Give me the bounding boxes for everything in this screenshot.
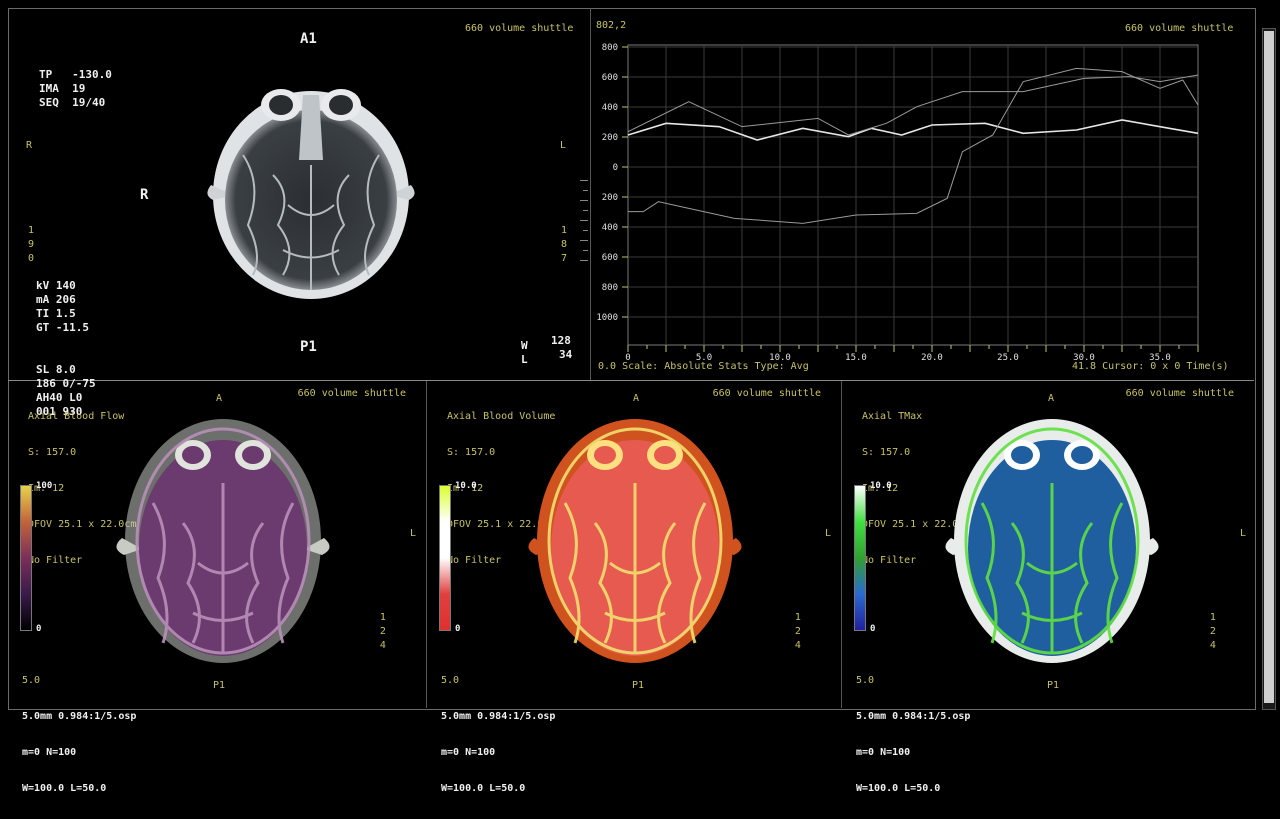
y-tick-label: 0 bbox=[613, 163, 618, 173]
scrollbar-thumb[interactable] bbox=[1264, 31, 1274, 703]
panel-header: 660 volume shuttle bbox=[1125, 388, 1234, 399]
x-tick-label: 10.0 bbox=[769, 353, 791, 360]
window-value: 128 bbox=[551, 334, 571, 347]
panel-footer: 5.0 5.0mm 0.984:1/5.osp m=0 N=100 W=100.… bbox=[441, 675, 556, 794]
viewport-header: 660 volume shuttle bbox=[465, 23, 574, 34]
panel-footer: 5.0 5.0mm 0.984:1/5.osp m=0 N=100 W=100.… bbox=[856, 675, 971, 794]
x-tick-label: 5.0 bbox=[696, 353, 712, 360]
perfusion-map-image bbox=[945, 419, 1159, 663]
panel-axial-blood-volume[interactable]: Axial Blood Volume S: 157.0 Im: 12 DFOV … bbox=[427, 381, 841, 794]
y-tick-label: 200 bbox=[602, 193, 618, 203]
y-tick-label: 400 bbox=[602, 223, 618, 233]
orientation-right: R bbox=[140, 187, 149, 203]
window-label: W bbox=[521, 339, 528, 352]
orientation-top: A bbox=[216, 393, 223, 404]
orientation-bottom: P1 bbox=[632, 680, 645, 691]
side-number-column: 124 bbox=[794, 612, 801, 651]
color-scale-bar bbox=[439, 485, 451, 631]
panel-axial-blood-flow[interactable]: Axial Blood Flow S: 157.0 Im: 12 DFOV 25… bbox=[8, 381, 426, 794]
orientation-right-small: R bbox=[26, 140, 33, 151]
right-number-column: 187 bbox=[561, 225, 568, 264]
level-value: 34 bbox=[559, 348, 573, 361]
ct-brain-image bbox=[207, 89, 415, 299]
orientation-side: L bbox=[409, 528, 416, 539]
x-tick-label: 15.0 bbox=[845, 353, 867, 360]
y-tick-label: 800 bbox=[602, 43, 618, 53]
plot-area bbox=[627, 44, 1199, 346]
x-tick-label: 25.0 bbox=[997, 353, 1019, 360]
orientation-top: A bbox=[1048, 393, 1055, 404]
panel-header: 660 volume shuttle bbox=[712, 388, 821, 399]
color-scale-bar bbox=[20, 485, 32, 631]
scale-max-label: 10.0 bbox=[455, 481, 477, 491]
orientation-bottom: P1 bbox=[300, 339, 317, 355]
y-tick-label: 1000 bbox=[596, 313, 618, 323]
orientation-bottom: P1 bbox=[213, 680, 226, 691]
vertical-scrollbar[interactable] bbox=[1262, 28, 1276, 710]
scale-min-label: 0 bbox=[870, 624, 876, 634]
x-tick-label: 0 bbox=[625, 353, 630, 360]
orientation-bottom: P1 bbox=[1047, 680, 1060, 691]
orientation-top: A1 bbox=[300, 31, 317, 47]
scale-max-label: 10.0 bbox=[870, 481, 892, 491]
graph-footer-right: 41.8 Cursor: 0 x 0 Time(s) bbox=[1072, 361, 1229, 372]
perfusion-map-image bbox=[528, 419, 742, 663]
x-tick-label: 20.0 bbox=[921, 353, 943, 360]
series-line-3 bbox=[628, 67, 1199, 224]
y-tick-label: 600 bbox=[602, 253, 618, 263]
orientation-side: L bbox=[1239, 528, 1246, 539]
side-number-column: 124 bbox=[379, 612, 386, 651]
scale-max-label: 100 bbox=[36, 481, 53, 491]
perfusion-map-image bbox=[116, 419, 330, 663]
scan-info-top: TP -130.0 IMA 19 SEQ 19/40 bbox=[39, 68, 112, 109]
y-tick-label: 600 bbox=[602, 73, 618, 83]
x-tick-label: 30.0 bbox=[1073, 353, 1095, 360]
orientation-left: L bbox=[560, 140, 567, 151]
y-tick-label: 400 bbox=[602, 103, 618, 113]
x-tick-label: 35.0 bbox=[1149, 353, 1171, 360]
color-scale-bar bbox=[854, 485, 866, 631]
scale-min-label: 0 bbox=[455, 624, 461, 634]
level-label: L bbox=[521, 353, 528, 366]
orientation-top: A bbox=[633, 393, 640, 404]
graph-footer-left: 0.0 Scale: Absolute Stats Type: Avg bbox=[598, 361, 809, 372]
graph-plot[interactable]: 800 600 400 200 0 200 400 600 800 1000 0 5.0 10.0 15.… bbox=[590, 15, 1250, 360]
scale-min-label: 0 bbox=[36, 624, 42, 634]
y-tick-label: 800 bbox=[602, 283, 618, 293]
y-tick-label: 200 bbox=[602, 133, 618, 143]
panel-footer: 5.0 5.0mm 0.984:1/5.osp m=0 N=100 W=100.… bbox=[22, 675, 137, 794]
orientation-side: L bbox=[824, 528, 831, 539]
panel-axial-tmax[interactable]: Axial TMax S: 157.0 Im: 12 DFOV 25.1 x 2… bbox=[842, 381, 1254, 794]
side-number-column: 124 bbox=[1209, 612, 1216, 651]
panel-header: 660 volume shuttle bbox=[297, 388, 406, 399]
